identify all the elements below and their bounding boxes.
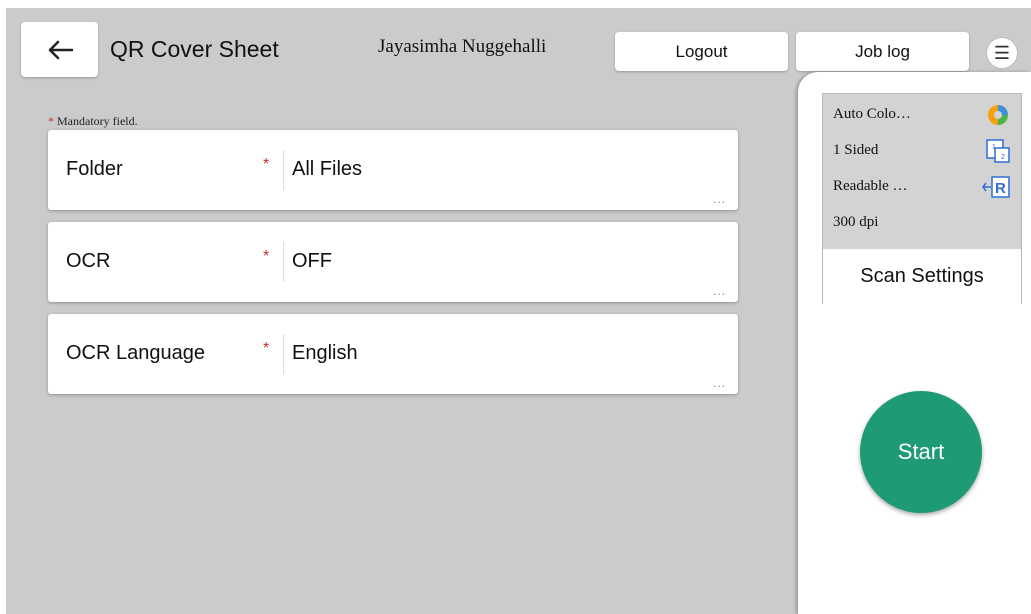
field-label: OCR — [66, 250, 111, 272]
required-mark: * — [263, 156, 270, 173]
mandatory-text: Mandatory field. — [54, 114, 138, 128]
ocr-language-field[interactable]: OCR Language * English ... — [48, 314, 738, 394]
logout-button[interactable]: Logout — [615, 32, 788, 71]
menu-icon[interactable]: ☰ — [986, 37, 1018, 69]
right-panel: Auto Colo… 1 Sided 1 2 Readable … R 300 … — [798, 72, 1031, 614]
field-divider — [283, 242, 284, 282]
field-divider — [283, 334, 284, 374]
back-button[interactable] — [21, 22, 98, 77]
scan-settings-button[interactable]: Scan Settings — [823, 249, 1021, 304]
field-label: OCR Language — [66, 342, 205, 364]
auto-color-icon — [988, 105, 1008, 125]
field-value: English — [292, 342, 358, 364]
sides-value: 1 Sided — [833, 142, 879, 158]
readable-direction-icon: R — [982, 176, 1010, 198]
color-mode-value: Auto Colo… — [833, 106, 911, 122]
start-button[interactable]: Start — [860, 391, 982, 513]
field-value: All Files — [292, 158, 363, 180]
svg-text:R: R — [995, 180, 1006, 197]
required-mark: * — [263, 248, 270, 265]
ocr-field[interactable]: OCR * OFF ... — [48, 222, 738, 302]
required-mark: * — [263, 340, 270, 357]
mandatory-note: * Mandatory field. — [48, 114, 138, 129]
job-log-button[interactable]: Job log — [796, 32, 969, 71]
field-divider — [283, 150, 284, 190]
field-label: Folder — [66, 158, 123, 180]
orientation-value: Readable … — [833, 178, 908, 194]
svg-text:2: 2 — [1001, 154, 1005, 161]
more-options-icon[interactable]: ... — [713, 376, 726, 390]
one-sided-icon: 1 2 — [986, 139, 1010, 163]
folder-field[interactable]: Folder * All Files ... — [48, 130, 738, 210]
field-value: OFF — [292, 250, 332, 272]
scan-settings-card[interactable]: Auto Colo… 1 Sided 1 2 Readable … R 300 … — [822, 93, 1022, 304]
svg-text:1: 1 — [992, 144, 996, 151]
more-options-icon[interactable]: ... — [713, 192, 726, 206]
app-screen: QR Cover Sheet Jayasimha Nuggehalli Logo… — [6, 8, 1031, 614]
back-arrow-icon — [48, 40, 73, 59]
page-title: QR Cover Sheet — [110, 36, 279, 62]
resolution-value: 300 dpi — [833, 214, 879, 230]
more-options-icon[interactable]: ... — [713, 284, 726, 298]
user-name: Jayasimha Nuggehalli — [378, 36, 547, 57]
